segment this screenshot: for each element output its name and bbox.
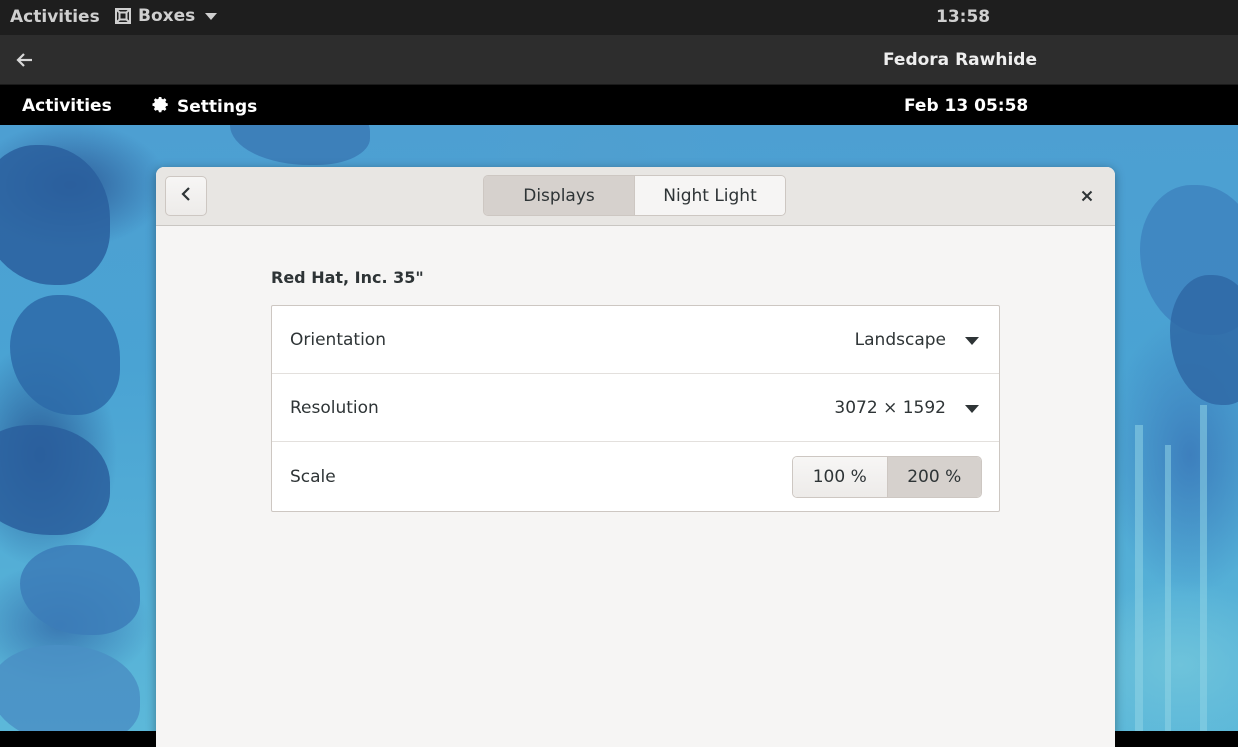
chevron-left-icon <box>179 186 193 206</box>
wallpaper-tree-trunk <box>1135 425 1143 731</box>
display-settings-list: Orientation Landscape Resolution 3072 × … <box>271 305 1000 512</box>
tab-displays[interactable]: Displays <box>484 176 635 215</box>
close-button[interactable] <box>1076 185 1098 207</box>
wallpaper-shape <box>230 125 370 165</box>
wallpaper-tree-trunk <box>1165 445 1171 731</box>
resolution-label: Resolution <box>290 398 379 418</box>
wallpaper-shape <box>0 645 140 731</box>
boxes-icon <box>114 7 132 25</box>
host-activities-button[interactable]: Activities <box>10 7 100 27</box>
monitor-name: Red Hat, Inc. 35" <box>271 268 424 287</box>
dropdown-arrow-icon <box>965 337 979 345</box>
chevron-down-icon <box>205 12 218 20</box>
guest-activities-button[interactable]: Activities <box>22 96 112 116</box>
resolution-row[interactable]: Resolution 3072 × 1592 <box>272 374 999 442</box>
wallpaper-shape <box>20 545 140 635</box>
settings-window: Displays Night Light Red Hat, Inc. 35" O… <box>156 167 1115 747</box>
wallpaper-shape <box>10 295 120 415</box>
view-switcher: Displays Night Light <box>483 175 786 216</box>
wallpaper-shape <box>1170 275 1238 405</box>
wallpaper-shape <box>0 425 110 535</box>
vm-title: Fedora Rawhide <box>883 50 1037 70</box>
guest-app-menu[interactable]: Settings <box>149 94 257 120</box>
orientation-label: Orientation <box>290 330 386 350</box>
window-header-bar: Displays Night Light <box>156 167 1115 226</box>
host-app-name: Boxes <box>138 6 196 26</box>
scale-row: Scale 100 % 200 % <box>272 443 999 511</box>
scale-200-button[interactable]: 200 % <box>887 457 981 497</box>
guest-top-bar: Activities Settings Feb 13 05:58 <box>0 85 1238 125</box>
dropdown-arrow-icon <box>965 405 979 413</box>
orientation-row[interactable]: Orientation Landscape <box>272 306 999 374</box>
orientation-value: Landscape <box>854 330 946 350</box>
host-top-bar: Activities Boxes 13:58 <box>0 0 1238 35</box>
scale-100-button[interactable]: 100 % <box>793 457 888 497</box>
back-button[interactable] <box>165 176 207 216</box>
guest-app-name: Settings <box>177 97 258 117</box>
back-arrow-icon[interactable] <box>14 49 36 71</box>
wallpaper-tree-trunk <box>1200 405 1207 731</box>
tab-night-light[interactable]: Night Light <box>635 176 785 215</box>
scale-toggle-group: 100 % 200 % <box>792 456 982 498</box>
boxes-header-bar: Fedora Rawhide <box>0 35 1238 85</box>
scale-label: Scale <box>290 467 336 487</box>
host-clock[interactable]: 13:58 <box>936 7 990 27</box>
host-app-menu[interactable]: Boxes <box>114 6 218 26</box>
gear-icon <box>149 94 170 120</box>
guest-clock[interactable]: Feb 13 05:58 <box>904 96 1028 116</box>
close-icon <box>1081 187 1093 206</box>
wallpaper-shape <box>0 145 110 285</box>
resolution-value: 3072 × 1592 <box>834 398 946 418</box>
